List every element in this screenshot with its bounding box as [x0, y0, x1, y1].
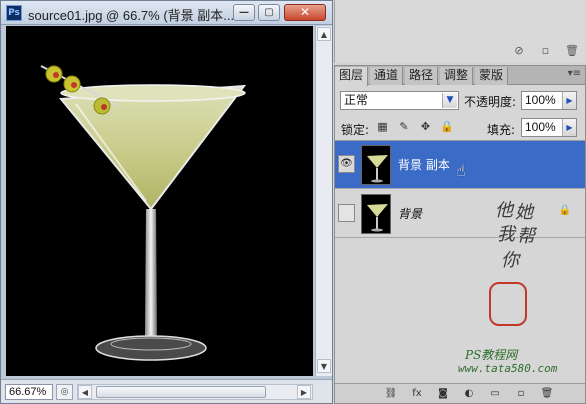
image-canvas[interactable] — [6, 26, 313, 376]
layer-thumbnail — [361, 145, 391, 185]
document-window: Ps source01.jpg @ 66.7% (背景 副本... — ▢ ✕ — [0, 0, 333, 404]
red-seal-stamp — [489, 282, 527, 326]
tab-masks[interactable]: 蒙版 — [475, 67, 509, 85]
panel-tabbar: 图层 通道 路径 调整 蒙版 ▾≡ — [335, 66, 585, 86]
tutorial-site-name: PS教程网 — [465, 348, 518, 362]
scroll-thumb[interactable] — [96, 386, 266, 398]
scroll-up-icon[interactable]: ▲ — [317, 27, 331, 41]
opacity-field[interactable]: 100% ▶ — [521, 91, 577, 110]
vertical-scrollbar[interactable]: ▲ ▼ — [315, 26, 332, 376]
layer-thumbnail — [361, 194, 391, 234]
panel-menu-icon[interactable]: ▾≡ — [568, 68, 581, 79]
layers-bottom-toolbar: ⛓ fx ◙ ◐ ▭ ▫ 🗑 — [335, 383, 585, 403]
chevron-down-icon: ▼ — [442, 93, 457, 108]
blend-mode-select[interactable]: 正常 ▼ — [340, 91, 459, 110]
no-entry-icon[interactable]: ⊘ — [511, 44, 527, 58]
opacity-value: 100% — [525, 93, 556, 107]
status-menu-icon[interactable]: ◎ — [56, 384, 73, 400]
tab-adjustments[interactable]: 调整 — [440, 67, 474, 85]
tab-channels[interactable]: 通道 — [370, 67, 404, 85]
fill-field[interactable]: 100% ▶ — [521, 118, 577, 137]
tutorial-site-url: www.tata580.com — [458, 362, 558, 375]
lock-position-icon[interactable]: ✥ — [418, 120, 433, 134]
signature-char: 她 — [515, 202, 533, 223]
restore-button[interactable]: ▢ — [258, 4, 280, 21]
new-group-icon[interactable]: ▭ — [487, 387, 503, 401]
layers-panel: 图层 通道 路径 调整 蒙版 ▾≡ 正常 ▼ 不透明度: 100% ▶ 锁定: … — [334, 65, 586, 404]
opacity-arrow-icon[interactable]: ▶ — [562, 92, 576, 109]
close-button[interactable]: ✕ — [284, 4, 326, 21]
fill-label: 填充: — [487, 123, 516, 137]
scroll-right-icon[interactable]: ▶ — [297, 385, 311, 399]
signature-area: 他 她 我 帮 你 — [475, 196, 575, 366]
martini-thumbnail — [367, 155, 388, 183]
signature-char: 我 — [497, 224, 515, 245]
lock-all-icon[interactable]: 🔒 — [440, 120, 455, 134]
opacity-label: 不透明度: — [464, 95, 517, 109]
document-title-bar[interactable]: Ps source01.jpg @ 66.7% (背景 副本... — ▢ ✕ — [1, 1, 332, 25]
layer-row[interactable]: 👁 背景 副本 ☝ — [335, 141, 585, 189]
minimize-button[interactable]: — — [233, 4, 255, 21]
zoom-field[interactable]: 66.67% — [5, 384, 53, 400]
signature-char: 帮 — [517, 226, 535, 247]
martini-image — [40, 65, 247, 361]
document-title: source01.jpg @ 66.7% (背景 副本... — [28, 8, 235, 23]
scroll-down-icon[interactable]: ▼ — [317, 359, 331, 373]
lock-transparency-icon[interactable]: ▦ — [375, 120, 390, 134]
layer-name: 背景 副本 — [398, 158, 450, 172]
photoshop-icon: Ps — [6, 5, 22, 21]
trash-icon[interactable]: 🗑 — [539, 387, 555, 401]
layer-name: 背景 — [398, 207, 423, 221]
trash-icon[interactable]: 🗑 — [564, 44, 580, 58]
martini-thumbnail — [367, 204, 388, 232]
status-bar: 66.67% ◎ ◀ ▶ — [1, 379, 332, 403]
history-panel: ⊘ ▫ 🗑 — [334, 0, 586, 63]
lock-options: ▦ ✎ ✥ 🔒 — [375, 120, 458, 134]
fill-value: 100% — [525, 120, 556, 134]
hand-cursor-icon: ☝ — [456, 161, 466, 180]
blend-mode-value: 正常 — [344, 93, 369, 107]
signature-char: 你 — [501, 250, 519, 271]
horizontal-scrollbar[interactable]: ◀ ▶ — [77, 384, 313, 400]
lock-label: 锁定: — [341, 123, 370, 137]
lock-pixels-icon[interactable]: ✎ — [397, 120, 412, 134]
tab-paths[interactable]: 路径 — [405, 67, 439, 85]
signature-char: 他 — [495, 200, 513, 221]
adjustment-layer-icon[interactable]: ◐ — [461, 387, 477, 401]
visibility-toggle[interactable] — [338, 204, 355, 222]
fx-icon[interactable]: fx — [409, 387, 425, 401]
new-layer-icon[interactable]: ▫ — [513, 387, 529, 401]
scroll-left-icon[interactable]: ◀ — [78, 385, 92, 399]
new-document-icon[interactable]: ▫ — [538, 44, 554, 58]
fill-arrow-icon[interactable]: ▶ — [562, 119, 576, 136]
tab-layers[interactable]: 图层 — [335, 67, 369, 86]
link-layers-icon[interactable]: ⛓ — [383, 387, 399, 401]
add-mask-icon[interactable]: ◙ — [435, 387, 451, 401]
upper-panel-icons: ⊘ ▫ 🗑 — [504, 44, 580, 58]
eye-icon[interactable]: 👁 — [338, 155, 355, 173]
